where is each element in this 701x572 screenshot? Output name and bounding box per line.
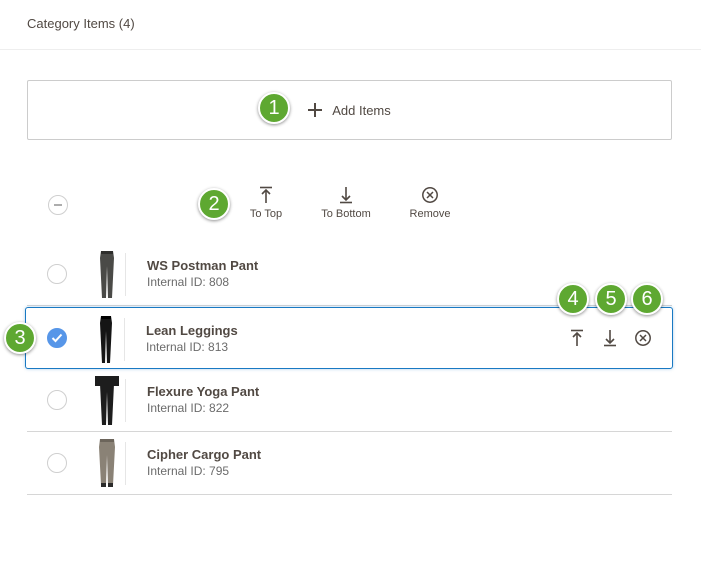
to-top-label: To Top [249, 208, 283, 220]
thumbnail-divider [124, 318, 125, 361]
item-row-selected[interactable]: Lean Leggings Internal ID: 813 [25, 307, 673, 369]
add-items-button[interactable]: Add Items [27, 80, 672, 140]
to-bottom-button[interactable]: To Bottom [314, 186, 378, 220]
callout-badge-4: 4 [557, 283, 589, 315]
to-bottom-icon [604, 330, 616, 347]
select-all-toggle[interactable] [48, 195, 68, 215]
product-thumbnail [100, 316, 112, 363]
thumbnail-divider [125, 442, 126, 485]
row-to-top-button[interactable] [568, 329, 586, 347]
callout-badge-6: 6 [631, 283, 663, 315]
item-row[interactable]: Cipher Cargo Pant Internal ID: 795 [27, 432, 672, 495]
row-select-radio[interactable] [47, 453, 67, 473]
to-bottom-label: To Bottom [321, 208, 371, 220]
callout-badge-3: 3 [4, 322, 36, 354]
row-remove-button[interactable] [634, 329, 652, 347]
to-top-icon [260, 186, 272, 203]
remove-circle-x-icon [422, 187, 438, 203]
thumbnail-divider [125, 379, 126, 422]
row-to-bottom-button[interactable] [601, 329, 619, 347]
item-internal-id: Internal ID: 813 [146, 340, 229, 354]
product-thumbnail [99, 439, 115, 487]
item-row[interactable]: Flexure Yoga Pant Internal ID: 822 [27, 369, 672, 432]
thumbnail-divider [125, 253, 126, 296]
item-name: Cipher Cargo Pant [147, 447, 262, 462]
to-bottom-icon [340, 187, 352, 204]
remove-circle-x-icon [635, 330, 651, 346]
item-name: WS Postman Pant [147, 258, 259, 273]
add-items-label: Add Items [332, 102, 391, 118]
item-internal-id: Internal ID: 822 [147, 401, 230, 415]
row-select-radio[interactable] [47, 264, 67, 284]
item-name: Lean Leggings [146, 323, 238, 338]
plus-icon [308, 103, 323, 117]
item-name: Flexure Yoga Pant [147, 384, 260, 399]
remove-button[interactable]: Remove [405, 186, 455, 220]
callout-badge-5: 5 [595, 283, 627, 315]
item-internal-id: Internal ID: 808 [147, 275, 230, 289]
product-thumbnail [100, 251, 114, 298]
remove-label: Remove [409, 208, 451, 220]
callout-badge-1: 1 [258, 92, 290, 124]
to-top-icon [571, 329, 583, 346]
checkmark-icon [51, 333, 63, 343]
row-select-radio[interactable] [47, 390, 67, 410]
row-select-radio-checked[interactable] [47, 328, 67, 348]
panel-title: Category Items (4) [27, 16, 135, 31]
product-thumbnail [95, 376, 119, 425]
panel-header: Category Items (4) [0, 0, 701, 50]
to-top-button[interactable]: To Top [244, 186, 288, 220]
item-internal-id: Internal ID: 795 [147, 464, 230, 478]
callout-badge-2: 2 [198, 188, 230, 220]
